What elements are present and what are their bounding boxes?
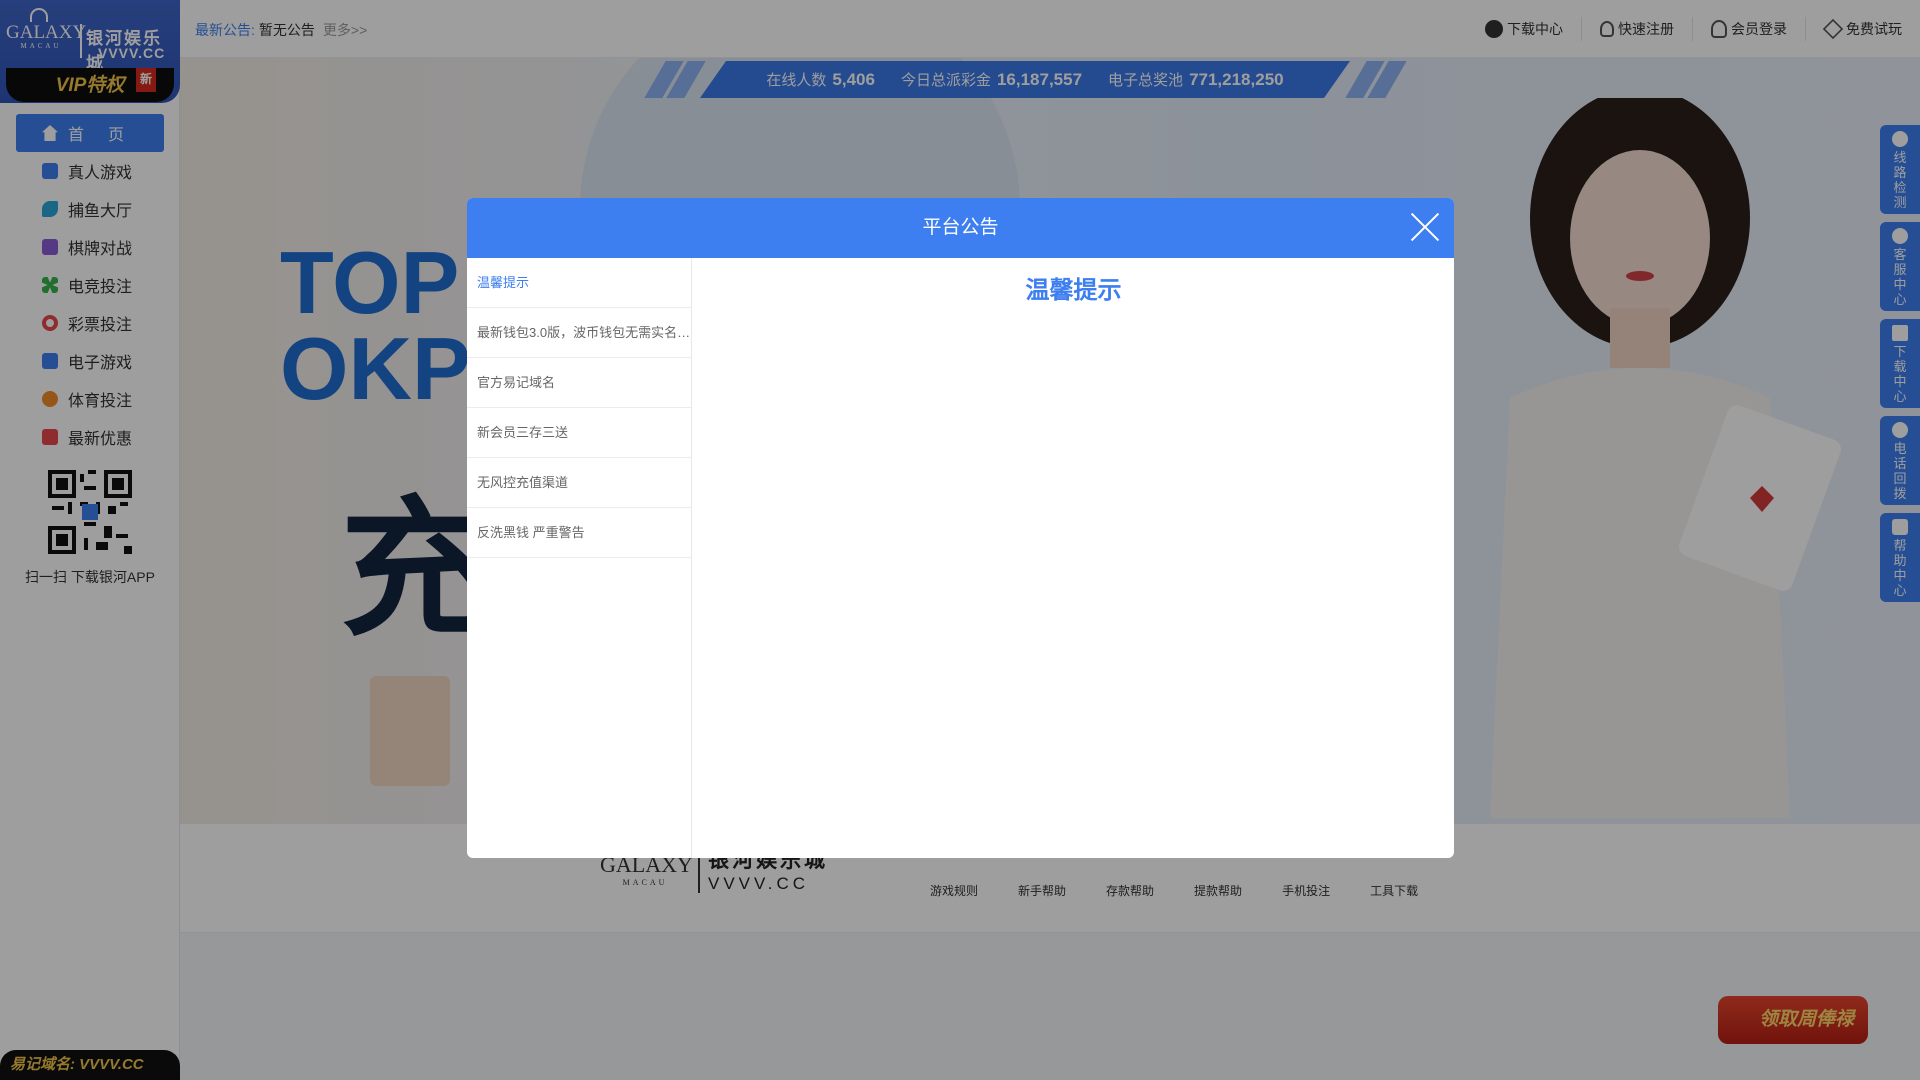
modal-header: 平台公告 [467, 198, 1454, 258]
announcement-item[interactable]: 新会员三存三送 [467, 408, 691, 458]
announcement-item[interactable]: 反洗黑钱 严重警告 [467, 508, 691, 558]
announcement-item[interactable]: 官方易记域名 [467, 358, 691, 408]
modal-overlay[interactable]: 平台公告 温馨提示 最新钱包3.0版，波币钱包无需实名认证 官方易记域名 新会员… [0, 0, 1920, 1080]
announcement-content-title: 温馨提示 [1025, 277, 1122, 304]
modal-title: 平台公告 [922, 217, 999, 238]
announcement-modal: 平台公告 温馨提示 最新钱包3.0版，波币钱包无需实名认证 官方易记域名 新会员… [467, 198, 1454, 858]
announcement-item[interactable]: 最新钱包3.0版，波币钱包无需实名认证 [467, 308, 691, 358]
announcement-item[interactable]: 无风控充值渠道 [467, 458, 691, 508]
announcement-item[interactable]: 温馨提示 [467, 258, 691, 308]
close-icon[interactable] [1408, 210, 1442, 244]
announcement-list: 温馨提示 最新钱包3.0版，波币钱包无需实名认证 官方易记域名 新会员三存三送 … [467, 258, 692, 858]
announcement-content: 温馨提示 [693, 258, 1454, 858]
